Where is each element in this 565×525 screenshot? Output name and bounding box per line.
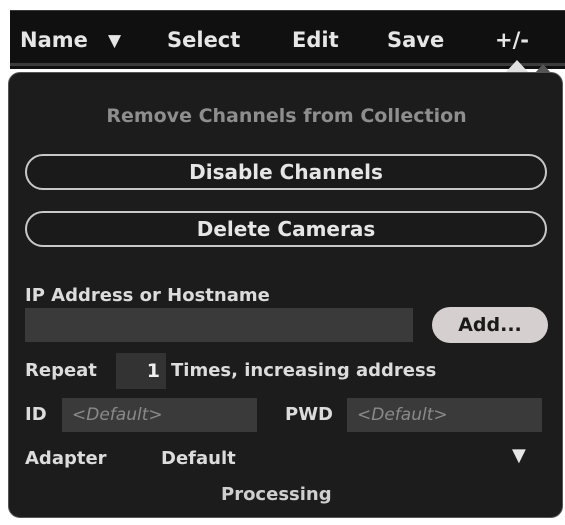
add-remove-menu[interactable]: +/- [495, 28, 529, 52]
chevron-down-icon[interactable]: ▼ [108, 31, 121, 51]
save-menu[interactable]: Save [387, 28, 444, 52]
delete-cameras-button[interactable]: Delete Cameras [25, 211, 547, 247]
add-remove-popup: Remove Channels from Collection Disable … [8, 72, 563, 518]
add-button[interactable]: Add... [432, 307, 548, 343]
ip-address-input[interactable] [25, 308, 413, 342]
name-menu[interactable]: Name [20, 28, 88, 52]
id-input[interactable] [62, 398, 257, 432]
disable-channels-button[interactable]: Disable Channels [25, 154, 547, 190]
adapter-label: Adapter [25, 448, 107, 469]
repeat-label: Repeat [25, 360, 97, 381]
adapter-select[interactable]: Default [161, 448, 236, 469]
chevron-down-icon[interactable]: ▼ [512, 445, 526, 466]
remove-channels-title: Remove Channels from Collection [106, 105, 467, 127]
repeat-suffix-label: Times, increasing address [171, 360, 437, 381]
pwd-input[interactable] [347, 398, 542, 432]
select-menu[interactable]: Select [167, 28, 240, 52]
menubar: Name ▼ Select Edit Save +/- [10, 10, 565, 69]
pwd-label: PWD [285, 404, 333, 425]
edit-menu[interactable]: Edit [292, 28, 339, 52]
menubar-divider [10, 63, 565, 66]
id-label: ID [25, 404, 47, 425]
status-text: Processing [221, 484, 332, 505]
ip-address-label: IP Address or Hostname [25, 285, 270, 306]
repeat-count-field[interactable]: 1 [116, 353, 166, 389]
screen: Name ▼ Select Edit Save +/- Remove Chann… [0, 0, 565, 525]
